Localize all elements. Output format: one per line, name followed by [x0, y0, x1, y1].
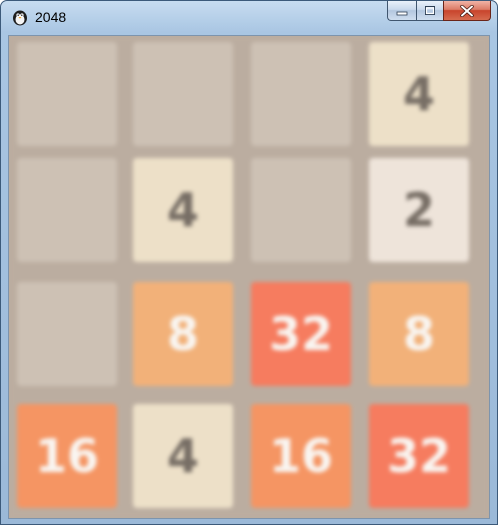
tile-4: 4	[369, 42, 469, 146]
title-bar[interactable]: 2048	[1, 1, 497, 35]
empty-cell	[17, 42, 117, 146]
tile-16: 16	[17, 404, 117, 508]
maximize-icon	[425, 6, 435, 15]
tile-32: 32	[369, 404, 469, 508]
empty-cell	[133, 42, 233, 146]
close-button[interactable]	[443, 1, 491, 21]
tile-32: 32	[251, 282, 351, 386]
empty-cell	[17, 282, 117, 386]
tile-8: 8	[369, 282, 469, 386]
minimize-button[interactable]	[387, 1, 416, 21]
empty-cell	[17, 158, 117, 262]
tile-4: 4	[133, 158, 233, 262]
app-window: 2048 4 4 2 8 32 8 16 4 16 32	[0, 0, 498, 525]
maximize-button[interactable]	[416, 1, 443, 21]
close-icon	[460, 4, 474, 17]
tile-8: 8	[133, 282, 233, 386]
tile-16: 16	[251, 404, 351, 508]
minimize-icon	[396, 11, 408, 15]
game-area[interactable]: 4 4 2 8 32 8 16 4 16 32	[8, 35, 490, 519]
penguin-icon	[13, 10, 27, 26]
empty-cell	[251, 42, 351, 146]
tile-2: 2	[369, 158, 469, 262]
empty-cell	[251, 158, 351, 262]
tile-4: 4	[133, 404, 233, 508]
window-title: 2048	[35, 9, 67, 25]
caption-buttons	[387, 1, 491, 21]
game-board[interactable]: 4 4 2 8 32 8 16 4 16 32	[9, 36, 489, 518]
